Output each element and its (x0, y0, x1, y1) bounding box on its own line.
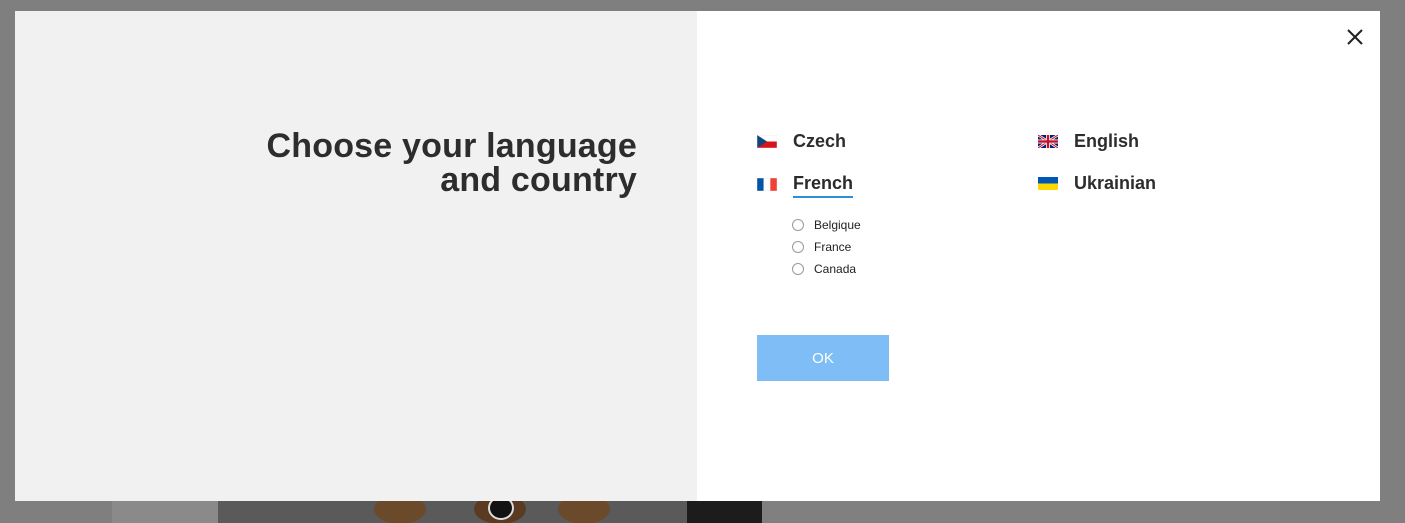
radio-button[interactable] (792, 241, 804, 253)
country-option-canada[interactable]: Canada (792, 258, 861, 280)
gb-flag-icon (1038, 134, 1058, 148)
country-list: Belgique France Canada (792, 214, 861, 280)
language-label: English (1074, 131, 1140, 151)
radio-button[interactable] (792, 219, 804, 231)
radio-button[interactable] (792, 263, 804, 275)
modal-left-panel: Choose your language and country (15, 11, 697, 501)
language-option-ukrainian[interactable]: Ukrainian (1038, 171, 1156, 195)
language-option-french[interactable]: French (757, 171, 854, 198)
background-photo (112, 500, 762, 523)
ok-button[interactable]: OK (757, 335, 889, 381)
language-modal: Choose your language and country Czech E… (15, 11, 1380, 501)
fr-flag-icon (757, 178, 777, 191)
country-label: France (814, 240, 852, 254)
close-icon (1347, 29, 1363, 45)
background-panel (762, 500, 1280, 523)
country-label: Canada (814, 262, 857, 276)
close-button[interactable] (1344, 26, 1366, 48)
country-option-france[interactable]: France (792, 236, 861, 258)
ua-flag-icon (1038, 176, 1058, 190)
modal-right-panel: Czech English French Ukrainian Belgique … (697, 11, 1380, 501)
country-label: Belgique (814, 218, 861, 232)
country-option-belgique[interactable]: Belgique (792, 214, 861, 236)
cz-flag-icon (757, 134, 777, 148)
language-option-english[interactable]: English (1038, 129, 1139, 153)
language-option-czech[interactable]: Czech (757, 129, 846, 153)
modal-title: Choose your language and country (266, 127, 637, 199)
language-label: Ukrainian (1074, 173, 1157, 193)
language-label: French (793, 171, 854, 198)
language-label: Czech (793, 131, 847, 151)
